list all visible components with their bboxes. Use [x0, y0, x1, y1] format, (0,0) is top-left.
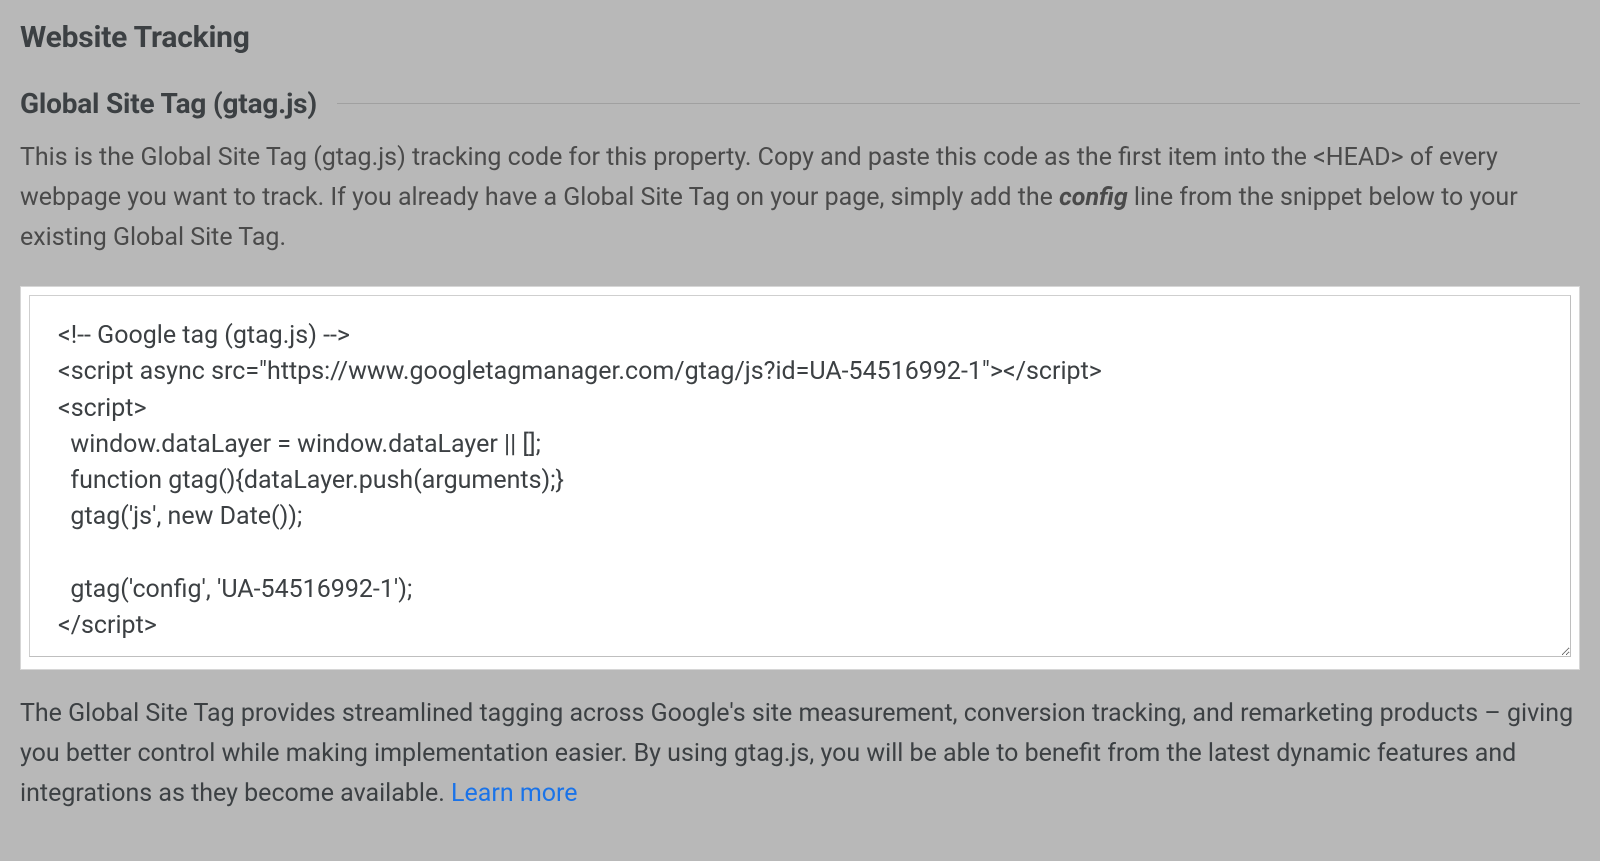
description-text: This is the Global Site Tag (gtag.js) tr…: [20, 138, 1580, 258]
description-emphasis: config: [1059, 183, 1128, 212]
section-title: Website Tracking: [20, 20, 1580, 55]
learn-more-link[interactable]: Learn more: [451, 779, 577, 808]
subsection-title: Global Site Tag (gtag.js): [20, 87, 317, 120]
footer-text: The Global Site Tag provides streamlined…: [20, 694, 1580, 814]
subsection-header: Global Site Tag (gtag.js): [20, 87, 1580, 120]
footer-body: The Global Site Tag provides streamlined…: [20, 699, 1573, 808]
divider: [337, 103, 1580, 104]
code-snippet-container: [20, 286, 1580, 670]
tracking-code-textarea[interactable]: [29, 295, 1571, 657]
